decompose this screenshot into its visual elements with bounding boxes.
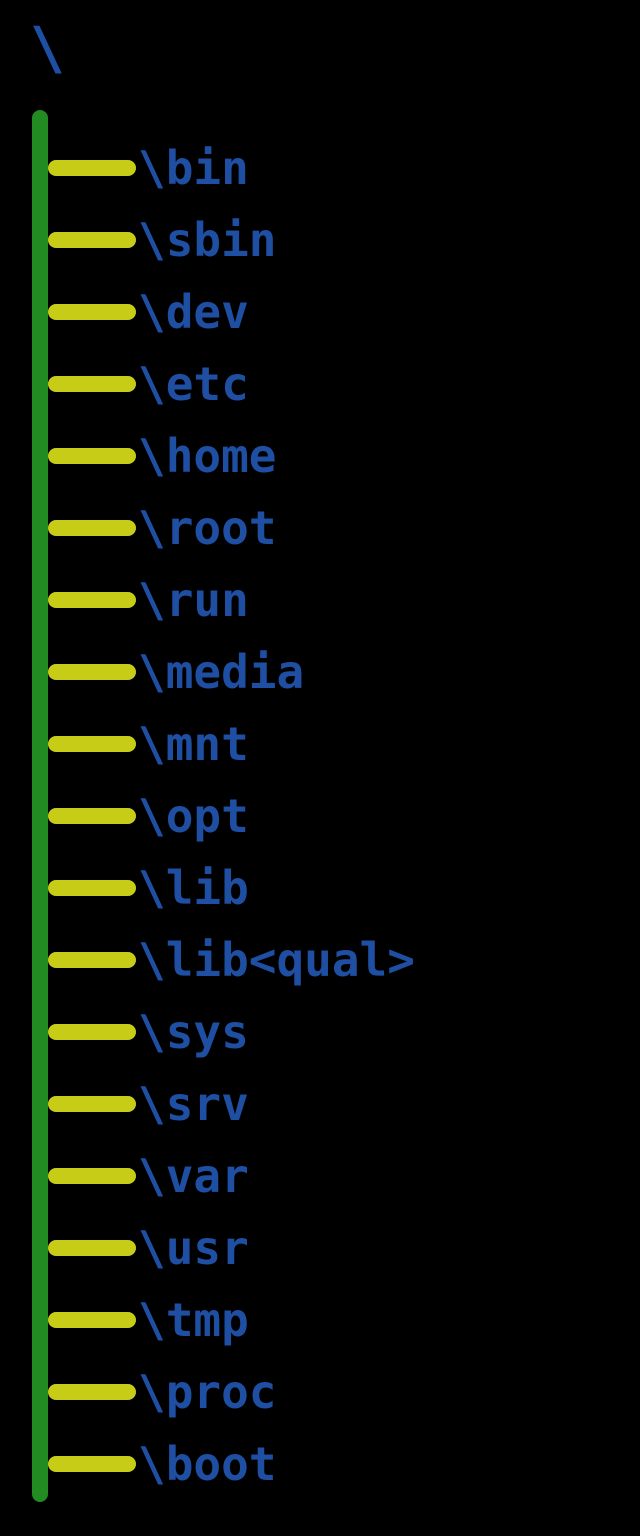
directory-branch: \usr: [48, 1224, 415, 1272]
branch-connector-line: [48, 1168, 136, 1184]
directory-label: \lib<qual>: [138, 937, 415, 983]
directory-label: \root: [138, 505, 276, 551]
directory-label: \home: [138, 433, 276, 479]
branch-connector-line: [48, 1456, 136, 1472]
directory-label: \sys: [138, 1009, 249, 1055]
directory-label: \run: [138, 577, 249, 623]
directory-branch: \srv: [48, 1080, 415, 1128]
branch-connector-line: [48, 304, 136, 320]
directory-label: \media: [138, 649, 304, 695]
branch-connector-line: [48, 736, 136, 752]
branch-connector-line: [48, 1240, 136, 1256]
directory-label: \etc: [138, 361, 249, 407]
directory-label: \bin: [138, 145, 249, 191]
directory-label: \var: [138, 1153, 249, 1199]
directory-branch: \var: [48, 1152, 415, 1200]
directory-branch: \root: [48, 504, 415, 552]
directory-branch: \opt: [48, 792, 415, 840]
branch-connector-line: [48, 376, 136, 392]
directory-branch: \proc: [48, 1368, 415, 1416]
branch-connector-line: [48, 1312, 136, 1328]
directory-label: \proc: [138, 1369, 276, 1415]
directory-label: \lib: [138, 865, 249, 911]
directory-branch: \run: [48, 576, 415, 624]
directory-branch: \sys: [48, 1008, 415, 1056]
branch-connector-line: [48, 1096, 136, 1112]
branch-connector-line: [48, 808, 136, 824]
directory-branch: \home: [48, 432, 415, 480]
branch-connector-line: [48, 880, 136, 896]
branch-connector-line: [48, 592, 136, 608]
directory-label: \sbin: [138, 217, 276, 263]
directory-branch: \bin: [48, 144, 415, 192]
directory-branches-container: \bin \sbin \dev \etc \home \root \run \m…: [48, 144, 415, 1488]
directory-branch: \boot: [48, 1440, 415, 1488]
directory-branch: \lib: [48, 864, 415, 912]
directory-label: \dev: [138, 289, 249, 335]
branch-connector-line: [48, 664, 136, 680]
branch-connector-line: [48, 1384, 136, 1400]
directory-label: \mnt: [138, 721, 249, 767]
directory-label: \opt: [138, 793, 249, 839]
directory-branch: \dev: [48, 288, 415, 336]
root-directory-label: \: [30, 14, 65, 82]
branch-connector-line: [48, 448, 136, 464]
directory-branch: \mnt: [48, 720, 415, 768]
branch-connector-line: [48, 520, 136, 536]
directory-branch: \etc: [48, 360, 415, 408]
branch-connector-line: [48, 232, 136, 248]
directory-label: \srv: [138, 1081, 249, 1127]
branch-connector-line: [48, 952, 136, 968]
directory-label: \boot: [138, 1441, 276, 1487]
branch-connector-line: [48, 1024, 136, 1040]
directory-branch: \lib<qual>: [48, 936, 415, 984]
directory-branch: \sbin: [48, 216, 415, 264]
directory-branch: \media: [48, 648, 415, 696]
directory-label: \usr: [138, 1225, 249, 1271]
directory-branch: \tmp: [48, 1296, 415, 1344]
branch-connector-line: [48, 160, 136, 176]
directory-label: \tmp: [138, 1297, 249, 1343]
tree-trunk-line: [32, 110, 48, 1502]
